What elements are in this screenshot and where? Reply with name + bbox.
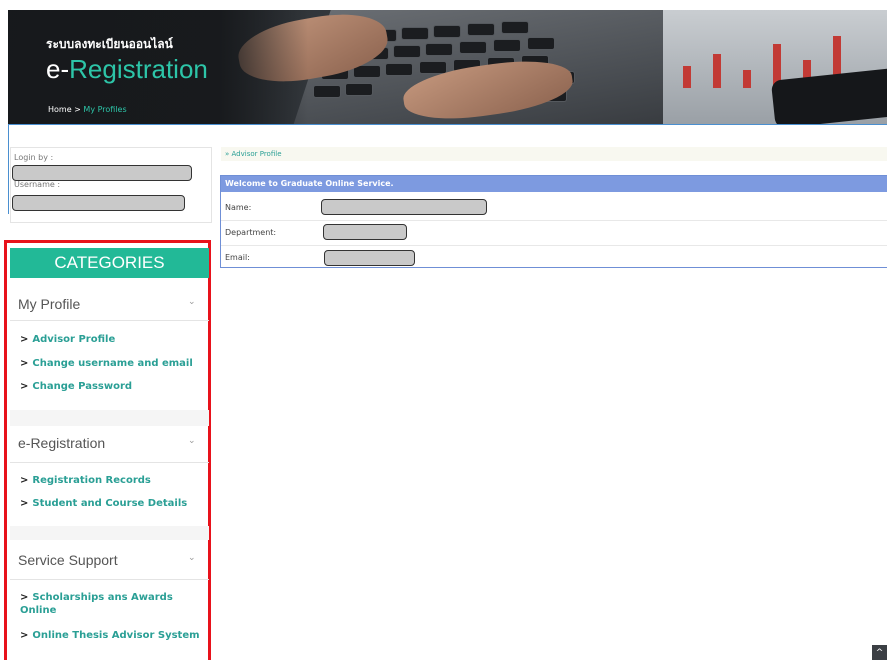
login-by-value xyxy=(12,165,192,181)
welcome-header: Welcome to Graduate Online Service. xyxy=(221,176,887,192)
link-student-course-details[interactable]: > Student and Course Details xyxy=(20,497,200,510)
name-label: Name: xyxy=(225,203,252,212)
email-label: Email: xyxy=(225,253,250,262)
header-divider xyxy=(8,124,887,125)
page-left-border xyxy=(8,124,9,214)
scroll-to-top-button[interactable]: ^ xyxy=(872,645,887,660)
category-e-registration[interactable]: e-Registration xyxy=(18,435,105,451)
link-change-password[interactable]: > Change Password xyxy=(20,380,200,393)
site-title-main: Registration xyxy=(69,54,208,84)
department-label: Department: xyxy=(225,228,277,237)
link-label: Student and Course Details xyxy=(32,498,188,509)
link-advisor-profile[interactable]: > Advisor Profile xyxy=(20,333,200,346)
link-label: Online Thesis Advisor System xyxy=(32,630,200,641)
link-label: Change username and email xyxy=(32,358,193,369)
category-my-profile[interactable]: My Profile xyxy=(18,296,80,312)
content-breadcrumb: » Advisor Profile xyxy=(221,147,887,161)
link-label: Registration Records xyxy=(32,475,151,486)
link-scholarships-awards[interactable]: > Scholarships ans Awards Online xyxy=(20,591,190,617)
content-breadcrumb-text[interactable]: » Advisor Profile xyxy=(225,150,282,158)
login-by-label: Login by : xyxy=(14,153,54,162)
arrow-right-icon: > xyxy=(20,630,29,641)
divider xyxy=(10,320,209,321)
breadcrumb-current: My Profiles xyxy=(83,105,127,114)
breadcrumb-separator: > xyxy=(74,105,81,114)
link-label: Scholarships ans Awards Online xyxy=(20,592,173,616)
link-label: Change Password xyxy=(32,381,133,392)
site-title: e-Registration xyxy=(46,54,208,85)
link-online-thesis-advisor[interactable]: > Online Thesis Advisor System xyxy=(20,629,200,642)
divider xyxy=(10,579,209,580)
username-label: Username : xyxy=(14,180,61,189)
name-value xyxy=(321,199,487,215)
arrow-right-icon: > xyxy=(20,498,29,509)
welcome-text: Welcome to Graduate Online Service. xyxy=(225,179,394,188)
categories-title: CATEGORIES xyxy=(10,248,209,278)
chevron-down-icon[interactable]: ⌄ xyxy=(188,553,875,563)
arrow-right-icon: > xyxy=(20,592,29,603)
row-divider xyxy=(221,245,887,246)
breadcrumb-home[interactable]: Home xyxy=(48,105,72,114)
breadcrumb: Home > My Profiles xyxy=(48,105,127,114)
arrow-right-icon: > xyxy=(20,358,29,369)
site-title-prefix: e- xyxy=(46,54,70,84)
divider xyxy=(10,462,209,463)
category-service-support[interactable]: Service Support xyxy=(18,552,118,568)
chevron-down-icon[interactable]: ⌄ xyxy=(188,297,875,307)
chevron-down-icon[interactable]: ⌄ xyxy=(188,436,875,446)
department-value xyxy=(323,224,407,240)
link-change-username-email[interactable]: > Change username and email xyxy=(20,357,200,370)
link-label: Advisor Profile xyxy=(32,334,116,345)
header-banner: ระบบลงทะเบียนออนไลน์ e-Registration Home… xyxy=(8,10,887,124)
arrow-right-icon: > xyxy=(20,475,29,486)
group-spacer xyxy=(10,410,209,426)
site-thai-title: ระบบลงทะเบียนออนไลน์ xyxy=(46,37,173,51)
username-value xyxy=(12,195,185,211)
arrow-right-icon: > xyxy=(20,334,29,345)
email-value xyxy=(324,250,415,266)
link-registration-records[interactable]: > Registration Records xyxy=(20,474,200,487)
arrow-right-icon: > xyxy=(20,381,29,392)
row-divider xyxy=(221,220,887,221)
group-spacer xyxy=(10,526,209,540)
